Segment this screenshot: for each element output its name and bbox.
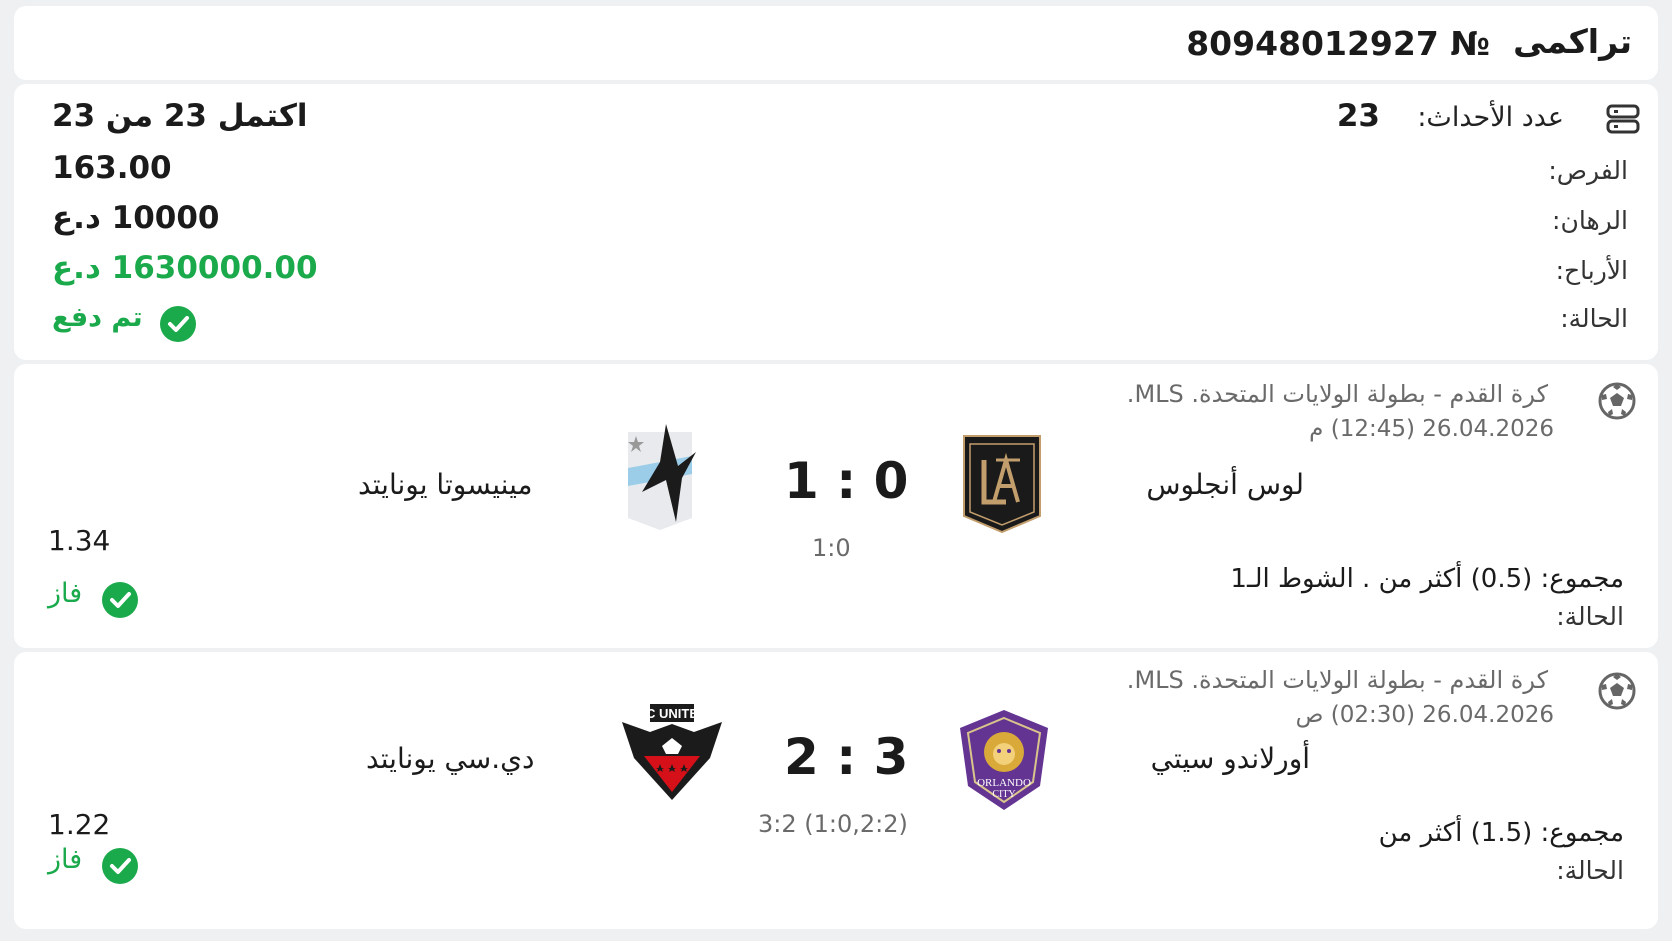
- home-team-logo: ORLANDO CITY: [956, 708, 1052, 816]
- status-label: الحالة:: [1560, 304, 1628, 333]
- bet-market: مجموع: (1.5) أكثر من: [1378, 818, 1624, 848]
- ticket-summary: عدد الأحداث: 23 الفرص: الرهان: الأرباح: …: [14, 84, 1658, 360]
- event-datetime: 26.04.2026 (12:45) م: [1309, 416, 1554, 442]
- away-team-name: دي.سي يونايتد: [366, 742, 535, 775]
- soccer-ball-icon: [1598, 672, 1636, 714]
- event-card[interactable]: كرة القدم - بطولة الولايات المتحدة. MLS.…: [14, 652, 1658, 929]
- winnings-label: الأرباح:: [1555, 256, 1628, 285]
- match-score: 2 : 3: [784, 728, 909, 786]
- ticket-title-row: تراكمى: [1513, 22, 1632, 61]
- completed-count: اكتمل 23 من 23: [52, 98, 308, 134]
- league-name: كرة القدم - بطولة الولايات المتحدة. MLS.: [1126, 380, 1548, 408]
- event-datetime: 26.04.2026 (02:30) ص: [1295, 702, 1554, 728]
- odds-label: الفرص:: [1548, 156, 1628, 185]
- events-count-value: 23: [1336, 98, 1380, 134]
- ticket-type-title: تراكمى: [1513, 22, 1632, 61]
- soccer-ball-icon: [1598, 382, 1636, 424]
- league-name: كرة القدم - بطولة الولايات المتحدة. MLS.: [1126, 666, 1548, 694]
- stake-value: 10000 د.ع: [52, 200, 220, 236]
- events-icon: [1606, 104, 1642, 138]
- home-team-logo: [960, 432, 1044, 540]
- away-team-logo: [620, 422, 704, 538]
- event-result: فاز: [48, 578, 83, 609]
- event-odds: 1.22: [48, 808, 111, 841]
- event-result: فاز: [48, 844, 83, 875]
- away-team-logo: DC UNITED: [620, 702, 724, 808]
- event-status-label: الحالة:: [1556, 602, 1624, 631]
- event-card[interactable]: كرة القدم - بطولة الولايات المتحدة. MLS.…: [14, 364, 1658, 648]
- paid-check-icon: [160, 306, 196, 342]
- win-check-icon: [102, 848, 138, 884]
- win-check-icon: [102, 582, 138, 618]
- match-score-detail: 1:0: [812, 534, 851, 562]
- status-value: تم دفع: [52, 302, 143, 333]
- event-odds: 1.34: [48, 524, 111, 557]
- bet-market: مجموع: (0.5) أكثر من . الشوط الـ1: [1230, 564, 1624, 594]
- svg-text:ORLANDO: ORLANDO: [977, 777, 1031, 789]
- events-count-label: عدد الأحداث:: [1417, 102, 1564, 133]
- away-team-name: مينيسوتا يونايتد: [358, 468, 533, 501]
- odds-value: 163.00: [52, 150, 172, 186]
- match-score: 1 : 0: [784, 452, 909, 510]
- ticket-header: تراكمى 80948012927 №: [14, 6, 1658, 80]
- winnings-value: 1630000.00 د.ع: [52, 250, 318, 286]
- stake-label: الرهان:: [1552, 206, 1628, 235]
- svg-text:CITY: CITY: [992, 789, 1015, 800]
- home-team-name: لوس أنجلوس: [1146, 468, 1304, 501]
- ticket-number: 80948012927 №: [1186, 24, 1490, 63]
- event-status-label: الحالة:: [1556, 856, 1624, 885]
- match-score-detail: 3:2 (1:0,2:2): [758, 810, 908, 838]
- svg-text:DC UNITED: DC UNITED: [637, 706, 708, 721]
- home-team-name: أورلاندو سيتي: [1150, 742, 1310, 775]
